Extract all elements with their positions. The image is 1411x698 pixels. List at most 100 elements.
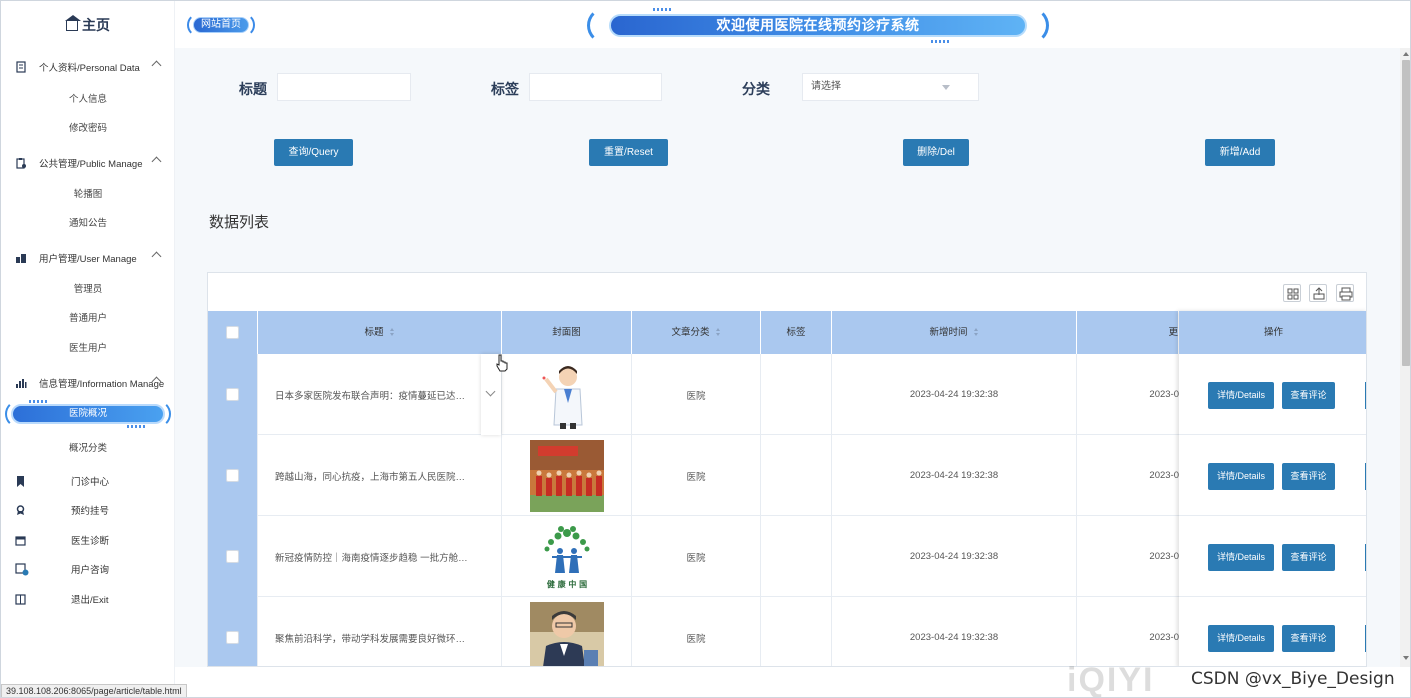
more-button-edge[interactable]: [1365, 382, 1366, 409]
group-information-manage[interactable]: 信息管理/Information Manage: [15, 373, 170, 393]
reset-button[interactable]: 重置/Reset: [589, 139, 668, 166]
details-button[interactable]: 详情/Details: [1208, 544, 1274, 571]
row-checkbox[interactable]: [226, 550, 239, 563]
ops-row: 详情/Details 查看评论: [1179, 435, 1366, 516]
view-comments-button[interactable]: 查看评论: [1282, 463, 1335, 490]
sidebar-item-consultation[interactable]: 用户咨询: [15, 560, 170, 578]
sidebar-item-normal-user[interactable]: 普通用户: [1, 311, 175, 327]
menu-label: 预约挂号: [71, 506, 110, 517]
row-checkbox[interactable]: [226, 631, 239, 644]
watermark-logo: iQIYI: [1067, 661, 1155, 698]
sidebar-item-notice[interactable]: 通知公告: [1, 216, 175, 232]
sidebar-item-carousel[interactable]: 轮播图: [1, 187, 175, 203]
cell-title: 日本多家医院发布联合声明：疫情蔓延已达…: [258, 354, 502, 435]
sort-icon[interactable]: [389, 328, 395, 337]
column-created-time[interactable]: 新增时间: [832, 311, 1077, 354]
award-icon: [16, 504, 25, 515]
column-title[interactable]: 标题: [258, 311, 502, 354]
sidebar-item-doctor-user[interactable]: 医生用户: [1, 341, 175, 357]
query-button[interactable]: 查询/Query: [274, 139, 353, 166]
details-button[interactable]: 详情/Details: [1208, 625, 1274, 652]
export-icon: [1313, 287, 1325, 300]
title-banner: 欢迎使用医院在线预约诊疗系统: [587, 7, 1049, 44]
vertical-scrollbar[interactable]: [1400, 48, 1410, 667]
section-title: 数据列表: [209, 214, 270, 231]
column-tag: 标签: [761, 311, 832, 354]
row-select-cell: [208, 354, 258, 435]
app-window: 主页 个人资料/Personal Data 个人信息 修改密码 公共管理/Pub…: [0, 0, 1411, 698]
hand-cursor-icon: [496, 354, 508, 372]
sidebar: 主页 个人资料/Personal Data 个人信息 修改密码 公共管理/Pub…: [1, 1, 175, 697]
tag-filter-input[interactable]: [529, 73, 662, 101]
decor-dots: [29, 400, 49, 403]
title-filter-input[interactable]: [277, 73, 411, 101]
document-icon: [16, 61, 26, 73]
category-filter-label: 分类: [742, 81, 770, 97]
cell-tag: [761, 516, 832, 597]
cell-updated: 2023-0: [1149, 470, 1179, 481]
column-category[interactable]: 文章分类: [632, 311, 761, 354]
delete-button[interactable]: 删除/Del: [903, 139, 969, 166]
details-button[interactable]: 详情/Details: [1208, 463, 1274, 490]
sidebar-item-personal-info[interactable]: 个人信息: [1, 92, 175, 108]
print-button[interactable]: [1336, 284, 1354, 302]
category-select[interactable]: 请选择: [802, 73, 979, 101]
sort-icon[interactable]: [715, 328, 721, 337]
add-button[interactable]: 新增/Add: [1205, 139, 1275, 166]
cell-title: 跨越山海，同心抗疫，上海市第五人民医院…: [258, 435, 502, 516]
building-icon: [16, 254, 26, 263]
site-home-button[interactable]: 网站首页: [187, 13, 255, 37]
ops-row: 详情/Details 查看评论: [1179, 354, 1366, 435]
sidebar-home[interactable]: 主页: [1, 15, 175, 35]
calendar-icon: [15, 535, 26, 546]
cell-updated: 2023-0: [1149, 389, 1179, 400]
more-button-edge[interactable]: [1365, 463, 1366, 490]
row-checkbox[interactable]: [226, 388, 239, 401]
sidebar-item-outpatient[interactable]: 门诊中心: [15, 472, 170, 490]
group-user-manage[interactable]: 用户管理/User Manage: [15, 248, 170, 268]
column-label: 封面图: [552, 327, 581, 338]
cell-cover: [502, 435, 632, 516]
scroll-down-icon[interactable]: [1403, 656, 1409, 660]
sidebar-item-admin[interactable]: 管理员: [1, 282, 175, 298]
cell-tag: [761, 354, 832, 435]
bookmark-icon: [17, 475, 24, 487]
view-comments-button[interactable]: 查看评论: [1282, 544, 1335, 571]
more-button-edge[interactable]: [1365, 625, 1366, 652]
cell-created-time: 2023-04-24 19:32:38: [832, 354, 1077, 435]
group-personal-data[interactable]: 个人资料/Personal Data: [15, 57, 170, 77]
view-comments-button[interactable]: 查看评论: [1282, 382, 1335, 409]
row-checkbox[interactable]: [226, 469, 239, 482]
watermark-text: CSDN @vx_Biye_Design: [1191, 669, 1395, 689]
scroll-thumb[interactable]: [1402, 60, 1410, 366]
view-comments-button[interactable]: 查看评论: [1282, 625, 1335, 652]
sidebar-item-overview-category[interactable]: 概况分类: [1, 441, 175, 457]
cell-cover: [502, 354, 632, 435]
cell-category: 医院: [632, 597, 761, 666]
home-icon: [65, 15, 81, 31]
cell-tag: [761, 597, 832, 666]
sidebar-item-appointment[interactable]: 预约挂号: [15, 501, 170, 519]
decor-dots: [931, 40, 951, 43]
ops-row: 详情/Details 查看评论: [1179, 597, 1366, 666]
sidebar-item-exit[interactable]: 退出/Exit: [15, 590, 170, 608]
chevron-up-icon: [151, 251, 162, 262]
details-button[interactable]: 详情/Details: [1208, 382, 1274, 409]
group-public-manage[interactable]: 公共管理/Public Manage: [15, 153, 170, 173]
sidebar-item-hospital-overview[interactable]: 医院概况: [5, 400, 171, 428]
export-button[interactable]: [1309, 284, 1327, 302]
bar-chart-icon: [16, 379, 27, 388]
sidebar-item-change-password[interactable]: 修改密码: [1, 121, 175, 137]
scroll-up-icon[interactable]: [1403, 52, 1409, 56]
column-updated: 更: [1077, 311, 1179, 354]
group-label: 个人资料/Personal Data: [39, 63, 140, 74]
columns-toggle-button[interactable]: [1283, 284, 1301, 302]
sort-icon[interactable]: [973, 328, 979, 337]
cell-created-time: 2023-04-24 19:32:38: [832, 435, 1077, 516]
menu-label: 用户咨询: [71, 565, 110, 576]
sidebar-item-diagnosis[interactable]: 医生诊断: [15, 531, 170, 549]
more-button-edge[interactable]: [1365, 544, 1366, 571]
decor-dots: [653, 8, 673, 11]
select-all-checkbox[interactable]: [226, 325, 239, 339]
chevron-down-icon: [485, 386, 496, 397]
